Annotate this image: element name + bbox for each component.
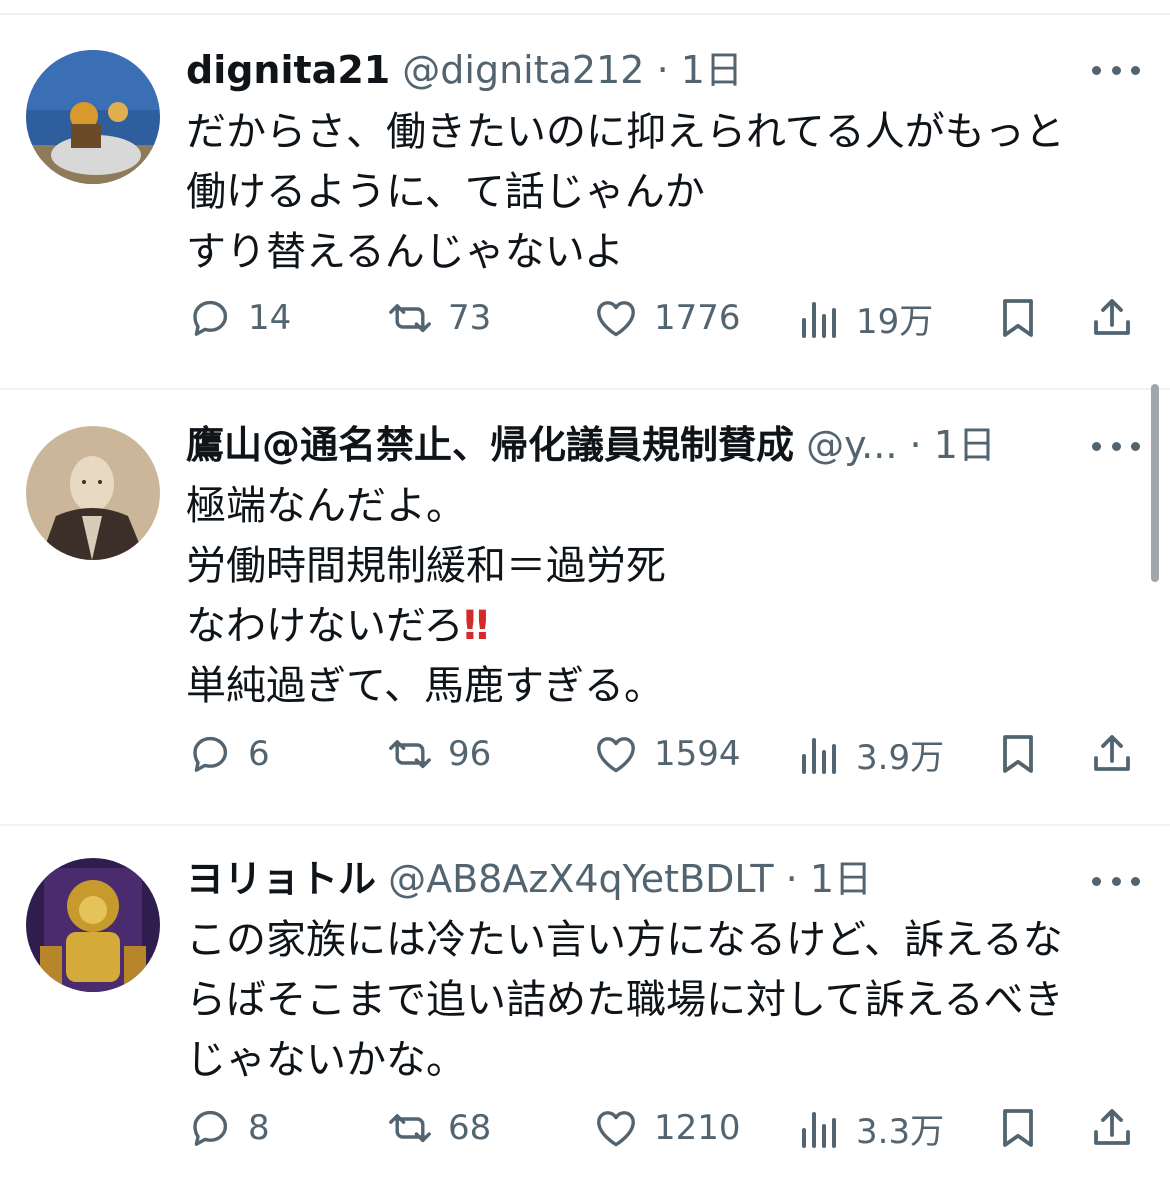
share-button[interactable] (1088, 730, 1136, 778)
views-count: 19万 (856, 302, 934, 342)
like-button[interactable]: 1594 (592, 730, 741, 778)
repost-count: 68 (448, 1108, 492, 1148)
action-bar: 8 68 1210 3.3万 (186, 1104, 1140, 1164)
reply-count: 14 (248, 298, 292, 338)
text-line: すり替えるんじゃないよ (186, 229, 624, 275)
separator: · (656, 48, 669, 92)
text-line: じゃないかな。 (186, 1037, 466, 1083)
share-icon (1088, 730, 1136, 778)
text-line: この家族には冷たい言い方になるけど、訴えるな (186, 917, 1063, 963)
post-text: 極端なんだよ。 労働時間規制緩和＝過労死 なわけないだろ‼ 単純過ぎて、馬鹿すぎ… (186, 476, 1130, 716)
text-line: 極端なんだよ。 (186, 483, 466, 529)
timestamp[interactable]: 1日 (681, 48, 743, 92)
views-button[interactable]: 3.3万 (794, 1104, 944, 1153)
share-button[interactable] (1088, 294, 1136, 342)
user-handle[interactable]: @dignita212 (402, 48, 644, 92)
views-count: 3.3万 (856, 1112, 945, 1152)
repost-icon (386, 1104, 434, 1152)
text-line: 労働時間規制緩和＝過労死 (186, 543, 666, 589)
repost-icon (386, 730, 434, 778)
separator: · (785, 857, 798, 901)
text-line: 単純過ぎて、馬鹿すぎる。 (186, 663, 664, 709)
repost-count: 73 (448, 298, 492, 338)
post-header: 鷹山@通名禁止、帰化議員規制賛成 @y... · 1日 (186, 420, 1070, 470)
bookmark-button[interactable] (994, 1104, 1042, 1152)
action-bar: 14 73 1776 19万 (186, 294, 1140, 354)
display-name[interactable]: 鷹山@通名禁止、帰化議員規制賛成 (186, 423, 794, 467)
avatar[interactable] (26, 50, 160, 184)
reply-icon (186, 730, 234, 778)
like-icon (592, 294, 640, 342)
text-line: なわけないだろ‼ (186, 603, 489, 649)
post-item[interactable]: ヨリョトル @AB8AzX4qYetBDLT · 1日 この家族には冷たい言い方… (0, 826, 1170, 1184)
like-button[interactable]: 1776 (592, 294, 741, 342)
post-header: ヨリョトル @AB8AzX4qYetBDLT · 1日 (186, 854, 1070, 904)
post-header: dignita21 @dignita212 · 1日 (186, 45, 1070, 95)
share-icon (1088, 1104, 1136, 1152)
repost-button[interactable]: 73 (386, 294, 491, 342)
share-icon (1088, 294, 1136, 342)
views-count: 3.9万 (856, 738, 945, 778)
repost-button[interactable]: 96 (386, 730, 491, 778)
views-icon (794, 1105, 842, 1153)
separator: · (909, 423, 922, 467)
like-icon (592, 1104, 640, 1152)
share-button[interactable] (1088, 1104, 1136, 1152)
bookmark-icon (994, 730, 1042, 778)
scrollbar[interactable] (1151, 384, 1159, 582)
like-count: 1210 (654, 1108, 741, 1148)
like-icon (592, 730, 640, 778)
like-count: 1776 (654, 298, 741, 338)
post-item[interactable]: 鷹山@通名禁止、帰化議員規制賛成 @y... · 1日 極端なんだよ。 労働時間… (0, 390, 1170, 824)
views-icon (794, 295, 842, 343)
reply-count: 6 (248, 734, 270, 774)
user-handle[interactable]: @AB8AzX4qYetBDLT (388, 857, 773, 901)
double-exclamation-emoji: ‼ (463, 603, 489, 649)
reply-count: 8 (248, 1108, 270, 1148)
bookmark-button[interactable] (994, 294, 1042, 342)
display-name[interactable]: ヨリョトル (186, 857, 376, 901)
user-handle[interactable]: @y... (806, 423, 897, 467)
reply-icon (186, 1104, 234, 1152)
timestamp[interactable]: 1日 (934, 423, 996, 467)
post-item[interactable]: dignita21 @dignita212 · 1日 だからさ、働きたいのに抑え… (0, 0, 1170, 388)
reply-button[interactable]: 14 (186, 294, 291, 342)
display-name[interactable]: dignita21 (186, 48, 390, 92)
bookmark-button[interactable] (994, 730, 1042, 778)
more-icon[interactable] (1092, 436, 1140, 456)
repost-icon (386, 294, 434, 342)
reply-button[interactable]: 8 (186, 1104, 270, 1152)
like-count: 1594 (654, 734, 741, 774)
more-icon[interactable] (1092, 60, 1140, 80)
views-button[interactable]: 3.9万 (794, 730, 944, 779)
bookmark-icon (994, 294, 1042, 342)
text-line: 働けるように、て話じゃんか (186, 169, 705, 215)
text-line: らばそこまで追い詰めた職場に対して訴えるべき (186, 977, 1064, 1023)
reply-button[interactable]: 6 (186, 730, 270, 778)
avatar[interactable] (26, 426, 160, 560)
bookmark-icon (994, 1104, 1042, 1152)
avatar[interactable] (26, 858, 160, 992)
views-button[interactable]: 19万 (794, 294, 933, 343)
action-bar: 6 96 1594 3.9万 (186, 730, 1140, 790)
views-icon (794, 731, 842, 779)
timestamp[interactable]: 1日 (810, 857, 872, 901)
post-text: この家族には冷たい言い方になるけど、訴えるな らばそこまで追い詰めた職場に対して… (186, 910, 1130, 1090)
post-text: だからさ、働きたいのに抑えられてる人がもっと 働けるように、て話じゃんか すり替… (186, 102, 1130, 282)
reply-icon (186, 294, 234, 342)
repost-button[interactable]: 68 (386, 1104, 491, 1152)
more-icon[interactable] (1092, 871, 1140, 891)
repost-count: 96 (448, 734, 492, 774)
text-line: だからさ、働きたいのに抑えられてる人がもっと (186, 109, 1065, 155)
like-button[interactable]: 1210 (592, 1104, 741, 1152)
